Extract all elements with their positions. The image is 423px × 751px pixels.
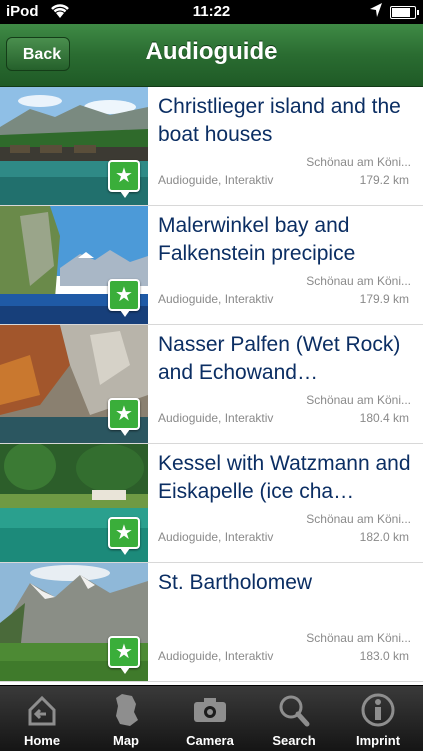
location-arrow-icon [369, 2, 383, 22]
item-distance: 182.0 km [359, 530, 409, 544]
tab-label: Home [23, 733, 61, 748]
item-category: Audioguide, Interaktiv [158, 292, 274, 306]
tab-label: Search [272, 733, 316, 748]
list-item[interactable]: ★ Malerwinkel bay and Falkenstein precip… [0, 206, 423, 325]
tab-home[interactable]: Home [0, 686, 84, 751]
favorite-pin-icon[interactable]: ★ [108, 160, 140, 198]
home-icon [22, 692, 62, 728]
item-title: Christlieger island and the boat houses [158, 95, 401, 146]
item-distance: 180.4 km [359, 411, 409, 425]
item-place: Schönau am Köni... [306, 155, 411, 169]
item-distance: 179.2 km [359, 173, 409, 187]
status-bar: iPod 11:22 [0, 0, 423, 24]
favorite-pin-icon[interactable]: ★ [108, 398, 140, 436]
tab-search[interactable]: Search [252, 686, 336, 751]
page-title: Audioguide [145, 38, 278, 65]
list-item[interactable]: ★ St. Bartholomew Schönau am Köni... Aud… [0, 563, 423, 682]
item-title: Malerwinkel bay and Falkenstein precipic… [158, 214, 356, 265]
camera-icon [190, 692, 230, 728]
tab-label: Imprint [355, 733, 401, 748]
item-place: Schönau am Köni... [306, 631, 411, 645]
map-icon [106, 692, 146, 728]
item-category: Audioguide, Interaktiv [158, 649, 274, 663]
tab-label: Map [113, 733, 139, 748]
favorite-pin-icon[interactable]: ★ [108, 517, 140, 555]
item-place: Schönau am Köni... [306, 274, 411, 288]
tab-map[interactable]: Map [84, 686, 168, 751]
item-place: Schönau am Köni... [306, 512, 411, 526]
item-title: Kessel with Watzmann and Eiskapelle (ice… [158, 452, 411, 503]
search-icon [274, 692, 314, 728]
navigation-bar: Back Audioguide [0, 24, 423, 87]
item-title: Nasser Palfen (Wet Rock) and Echowand… [158, 333, 401, 384]
tab-imprint[interactable]: Imprint [336, 686, 423, 751]
item-place: Schönau am Köni... [306, 393, 411, 407]
clock: 11:22 [192, 3, 231, 20]
list-item[interactable]: ★ Kessel with Watzmann and Eiskapelle (i… [0, 444, 423, 563]
info-icon [358, 692, 398, 728]
item-category: Audioguide, Interaktiv [158, 173, 274, 187]
tab-camera[interactable]: Camera [168, 686, 252, 751]
favorite-pin-icon[interactable]: ★ [108, 279, 140, 317]
favorite-pin-icon[interactable]: ★ [108, 636, 140, 674]
item-distance: 183.0 km [359, 649, 409, 663]
item-distance: 179.9 km [359, 292, 409, 306]
list-item[interactable]: ★ Christlieger island and the boat house… [0, 87, 423, 206]
item-category: Audioguide, Interaktiv [158, 411, 274, 425]
battery-icon [390, 6, 419, 19]
tab-bar: Home Map Camera Search Imprint [0, 685, 423, 751]
list-item[interactable]: ★ Nasser Palfen (Wet Rock) and Echowand…… [0, 325, 423, 444]
item-title: St. Bartholomew [158, 571, 313, 594]
item-category: Audioguide, Interaktiv [158, 530, 274, 544]
audioguide-list[interactable]: ★ Christlieger island and the boat house… [0, 87, 423, 685]
tab-label: Camera [186, 733, 234, 748]
